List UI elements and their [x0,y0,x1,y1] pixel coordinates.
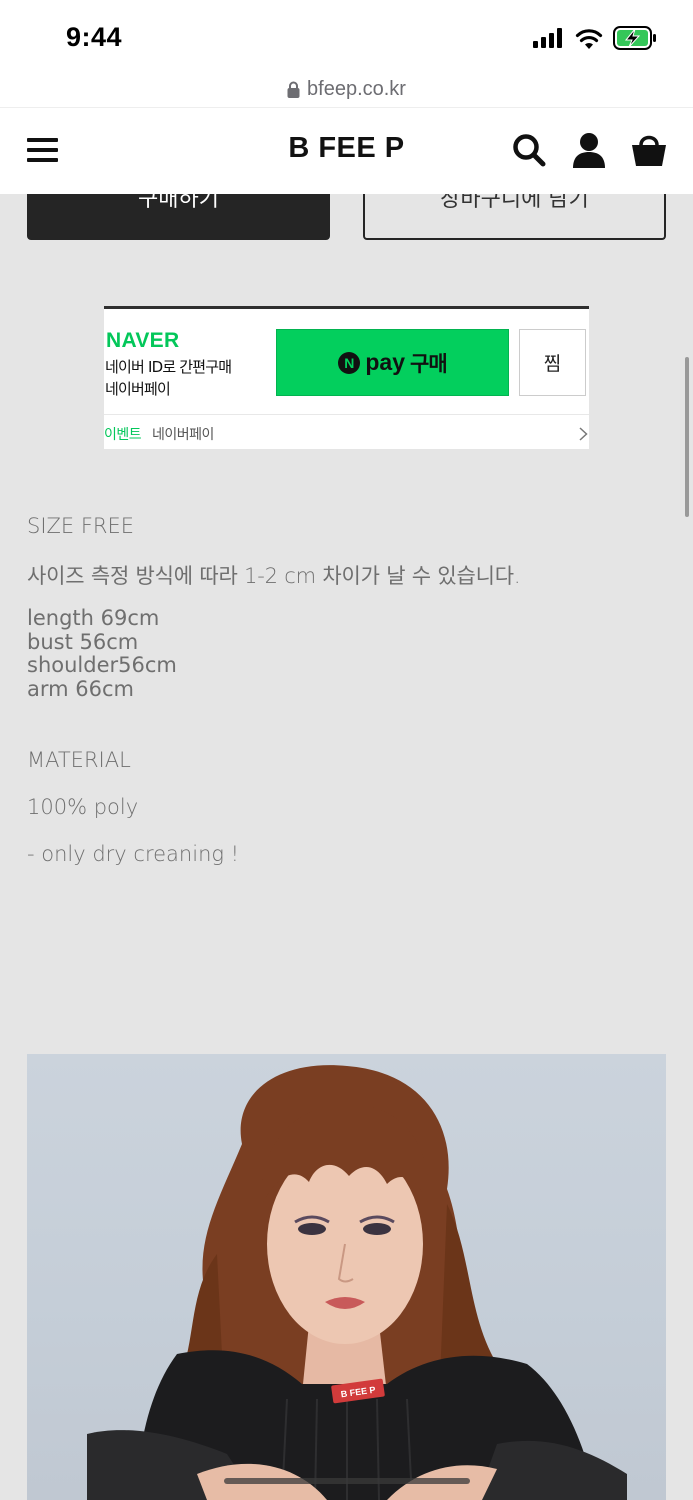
menu-icon[interactable] [27,138,59,164]
chevron-right-icon [579,427,588,441]
lock-icon [287,81,300,98]
npay-buy-label: 구매 [410,351,448,376]
model-illustration: B FEE P [87,1065,627,1500]
measurement-shoulder: shoulder56cm [27,653,177,677]
measurement-list: length 69cm bust 56cm shoulder56cm arm 6… [27,606,177,701]
search-icon[interactable] [509,130,549,170]
naver-line-2: 네이버페이 [105,380,171,398]
naver-event-link[interactable]: 이벤트 네이버페이 [104,415,589,449]
event-label: 이벤트 [104,427,142,443]
status-icons [533,26,657,50]
user-icon[interactable] [569,130,609,170]
size-note: 사이즈 측정 방식에 따라 1-2 cm 차이가 날 수 있습니다. [27,564,521,588]
battery-charging-icon [613,26,656,50]
measurement-bust: bust 56cm [27,629,139,654]
material-title: MATERIAL [27,748,131,772]
measurement-length: length 69cm [27,606,160,630]
cart-icon[interactable] [629,130,669,170]
naver-line-1: 네이버 ID로 간편구매 [105,358,232,376]
signal-icon [533,28,562,48]
measurement-arm: arm 66cm [27,676,134,701]
naver-logo: NAVER [106,329,180,352]
add-to-cart-button-label: 장바구니에 담기 [440,194,589,212]
care-instruction: - only dry creaning ! [27,842,240,866]
event-text: 네이버페이 [152,427,214,443]
size-title: SIZE FREE [27,514,135,538]
status-bar: 9:44 [0,0,693,72]
site-header: B FEE P [0,107,693,194]
scrollbar[interactable] [685,357,689,517]
home-indicator[interactable] [224,1478,470,1484]
naver-n-icon: N [338,351,361,374]
buy-button[interactable]: 구매하기 [27,194,330,240]
add-to-cart-button[interactable]: 장바구니에 담기 [363,194,666,240]
url-text: bfeep.co.kr [307,78,406,100]
naver-pay-widget: NAVER 네이버 ID로 간편구매 네이버페이 N pay 구매 찜 이벤트 … [104,306,589,449]
wifi-icon [575,28,603,49]
buy-button-label: 구매하기 [138,194,219,212]
url-bar[interactable]: bfeep.co.kr [0,72,693,107]
npay-label: pay [365,349,405,375]
naver-wish-button[interactable]: 찜 [519,329,586,396]
product-photo[interactable]: B FEE P [27,1054,666,1500]
material-value: 100% poly [27,795,139,819]
naver-pay-buy-button[interactable]: N pay 구매 [276,329,509,396]
status-time: 9:44 [66,22,123,52]
